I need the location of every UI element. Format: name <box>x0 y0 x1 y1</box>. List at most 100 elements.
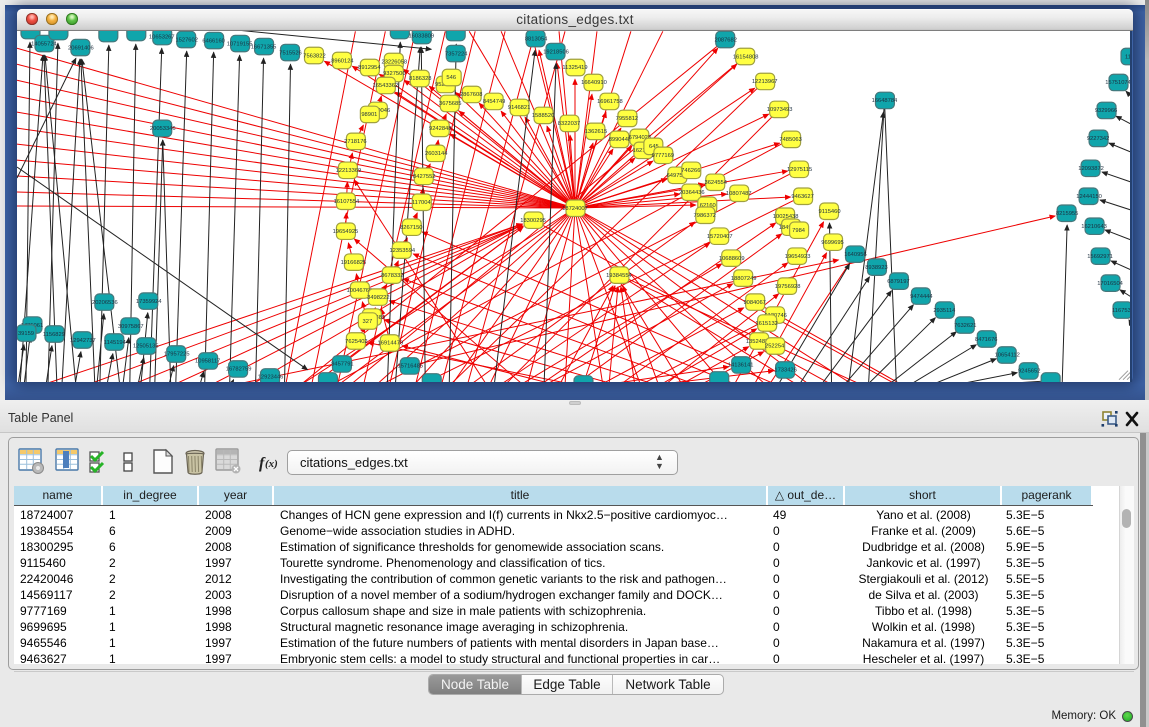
svg-text:98901: 98901 <box>361 112 377 118</box>
svg-text:117004: 117004 <box>412 200 432 206</box>
svg-text:19166825: 19166825 <box>341 260 367 266</box>
svg-text:10807487: 10807487 <box>726 191 752 197</box>
svg-text:8427552: 8427552 <box>413 174 435 180</box>
svg-text:12213369: 12213369 <box>336 168 362 174</box>
svg-text:16107554: 16107554 <box>334 199 360 205</box>
svg-text:11325419: 11325419 <box>562 65 587 71</box>
svg-text:8267150: 8267150 <box>400 225 422 231</box>
svg-text:12505135: 12505135 <box>133 344 159 350</box>
svg-text:7357224: 7357224 <box>445 51 468 57</box>
svg-text:9777169: 9777169 <box>652 153 674 159</box>
svg-text:18807249: 18807249 <box>731 276 757 282</box>
svg-text:16640910: 16640910 <box>581 80 607 86</box>
svg-text:15751074: 15751074 <box>1105 80 1131 86</box>
svg-text:12093872: 12093872 <box>1078 166 1104 172</box>
svg-text:1145194: 1145194 <box>104 340 127 346</box>
svg-text:10719155: 10719155 <box>227 41 253 47</box>
svg-text:19384554: 19384554 <box>606 273 632 279</box>
svg-text:20053346: 20053346 <box>150 126 176 132</box>
svg-text:7625402: 7625402 <box>345 339 367 345</box>
svg-text:19654923: 19654923 <box>785 254 811 260</box>
svg-text:1362615: 1362615 <box>585 129 607 135</box>
svg-text:546: 546 <box>446 75 456 81</box>
svg-text:746266: 746266 <box>681 168 700 174</box>
svg-text:12942737: 12942737 <box>70 338 96 344</box>
svg-text:9084067: 9084067 <box>743 300 765 306</box>
svg-text:12975115: 12975115 <box>787 167 812 173</box>
svg-text:6879197: 6879197 <box>887 279 909 285</box>
svg-text:18300295: 18300295 <box>520 218 546 224</box>
svg-text:10958117: 10958117 <box>195 359 220 365</box>
svg-text:9329966: 9329966 <box>1095 108 1117 114</box>
svg-text:9457791: 9457791 <box>331 362 353 368</box>
svg-text:8960124: 8960124 <box>331 58 354 64</box>
svg-text:1527602: 1527602 <box>175 37 197 43</box>
svg-text:9227342: 9227342 <box>1087 136 1109 142</box>
svg-text:7986372: 7986372 <box>694 213 716 219</box>
svg-text:9463627: 9463627 <box>791 194 813 200</box>
svg-text:16033809: 16033809 <box>408 33 434 39</box>
svg-text:(x): (x) <box>265 458 278 470</box>
svg-text:17359924: 17359924 <box>136 299 162 305</box>
svg-text:8215955: 8215955 <box>1056 211 1078 217</box>
svg-text:15720407: 15720407 <box>707 234 733 240</box>
svg-text:17957225: 17957225 <box>164 352 190 358</box>
svg-text:8678332: 8678332 <box>381 273 403 279</box>
svg-text:12444150: 12444150 <box>1076 194 1102 200</box>
svg-text:19756928: 19756928 <box>775 284 801 290</box>
svg-text:252254: 252254 <box>765 344 785 350</box>
svg-text:12923446: 12923446 <box>258 375 284 381</box>
svg-text:7563822: 7563822 <box>303 53 325 59</box>
svg-text:8454749: 8454749 <box>483 99 505 105</box>
svg-text:14055724: 14055724 <box>31 41 57 47</box>
svg-text:16961758: 16961758 <box>597 99 623 105</box>
svg-text:16782759: 16782759 <box>226 367 252 373</box>
svg-text:7485063: 7485063 <box>779 137 801 143</box>
svg-text:12353594: 12353594 <box>389 248 415 254</box>
svg-text:8186328: 8186328 <box>409 76 431 82</box>
svg-text:3498222: 3498222 <box>367 295 389 301</box>
svg-text:12213967: 12213967 <box>752 79 778 85</box>
svg-text:16914479: 16914479 <box>378 341 404 347</box>
svg-text:39159: 39159 <box>18 331 34 337</box>
svg-text:1733426: 1733426 <box>774 368 796 374</box>
svg-text:1156829: 1156829 <box>43 332 65 338</box>
svg-text:20364436: 20364436 <box>679 190 705 196</box>
svg-text:16671355: 16671355 <box>251 44 277 50</box>
svg-text:10653267: 10653267 <box>149 34 175 40</box>
svg-text:10654112: 10654112 <box>995 353 1020 359</box>
svg-text:7632621: 7632621 <box>954 323 976 329</box>
svg-text:7515526: 7515526 <box>279 50 301 56</box>
svg-text:19218506: 19218506 <box>543 49 569 55</box>
svg-text:9699695: 9699695 <box>821 240 843 246</box>
svg-text:1640956: 1640956 <box>844 252 866 258</box>
svg-text:8813054: 8813054 <box>525 36 548 42</box>
svg-text:1615132: 1615132 <box>755 321 777 327</box>
svg-text:1112: 1112 <box>1125 54 1132 60</box>
svg-text:30975867: 30975867 <box>118 324 144 330</box>
svg-text:7984: 7984 <box>792 228 806 234</box>
svg-text:3624554: 3624554 <box>705 180 728 186</box>
svg-text:8471676: 8471676 <box>975 337 997 343</box>
svg-text:16210643: 16210643 <box>1081 224 1107 230</box>
svg-text:19654925: 19654925 <box>333 229 359 235</box>
svg-text:9474444: 9474444 <box>910 294 933 300</box>
svg-text:2935114: 2935114 <box>933 308 956 314</box>
svg-text:16648784: 16648784 <box>872 98 898 104</box>
svg-text:15716485: 15716485 <box>397 364 423 370</box>
svg-text:14136141: 14136141 <box>728 363 754 369</box>
svg-text:8322037: 8322037 <box>558 121 580 127</box>
svg-text:20206536: 20206536 <box>92 300 118 306</box>
svg-text:9115460: 9115460 <box>819 209 841 215</box>
svg-text:9245652: 9245652 <box>1018 369 1040 375</box>
svg-text:16154808: 16154808 <box>733 54 759 60</box>
svg-text:3675685: 3675685 <box>439 101 461 107</box>
svg-text:2087682: 2087682 <box>714 37 736 43</box>
svg-text:1167531: 1167531 <box>1112 308 1132 314</box>
svg-text:7955812: 7955812 <box>616 116 638 122</box>
svg-text:327: 327 <box>363 319 373 325</box>
svg-text:2718176: 2718176 <box>344 139 366 145</box>
svg-text:2603144: 2603144 <box>425 151 448 157</box>
svg-text:8912954: 8912954 <box>358 65 381 71</box>
svg-text:23226058: 23226058 <box>381 59 407 65</box>
